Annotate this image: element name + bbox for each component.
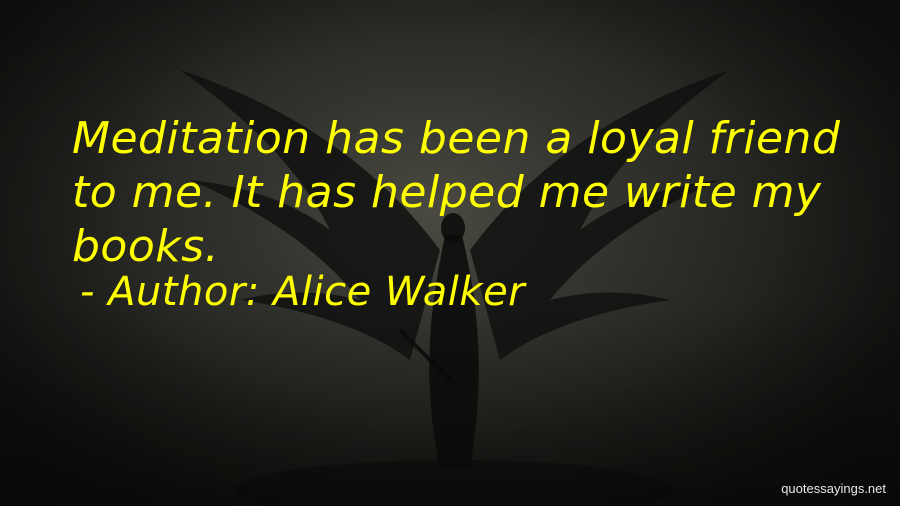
quote-text: Meditation has been a loyal friend to me…: [72, 113, 841, 272]
site-watermark: quotessayings.net: [781, 481, 886, 496]
quote-image: Meditation has been a loyal friend to me…: [0, 0, 900, 506]
ground-shadow: [235, 460, 675, 506]
quote-author: - Author: Alice Walker: [80, 269, 526, 315]
